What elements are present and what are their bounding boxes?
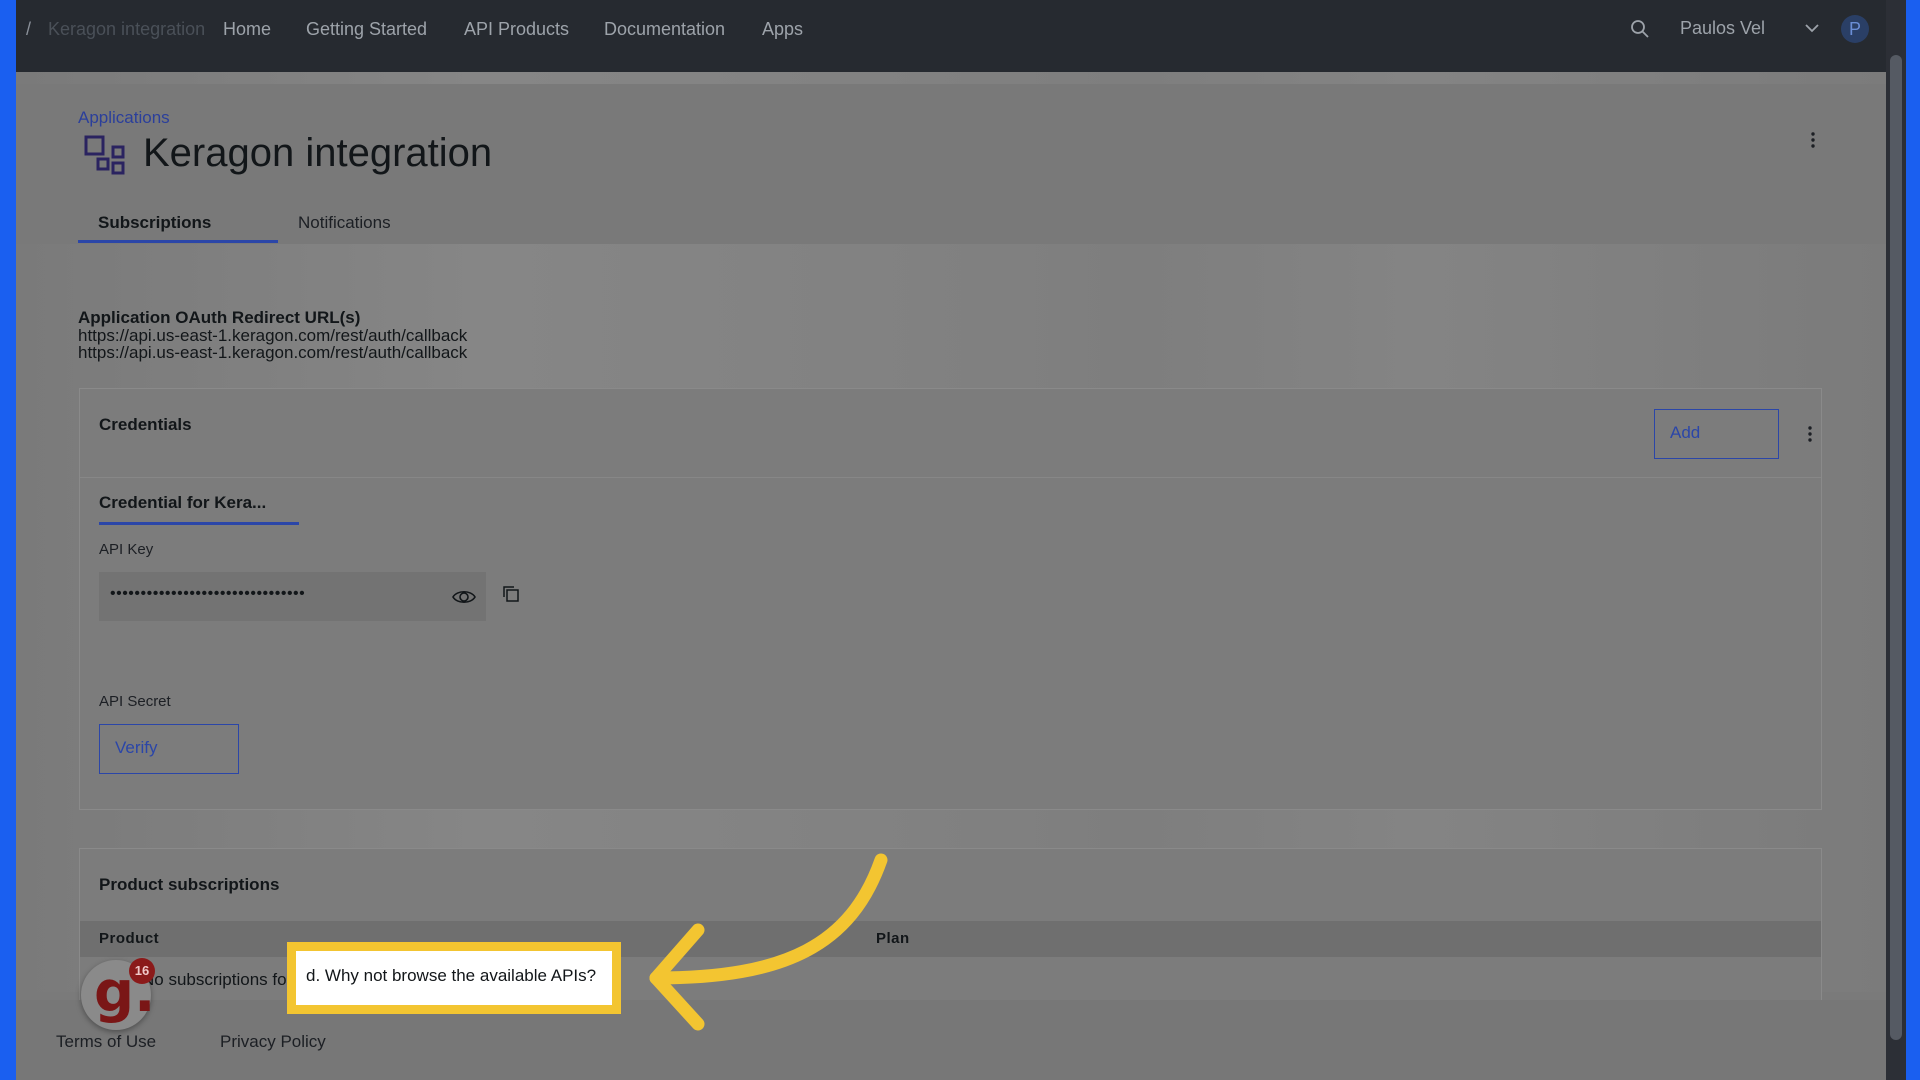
add-credential-button[interactable]: Add: [1654, 409, 1779, 459]
top-navigation: / Keragon integration Home Getting Start…: [16, 0, 1886, 72]
nav-link-getting-started[interactable]: Getting Started: [306, 19, 427, 40]
nav-link-api-products[interactable]: API Products: [464, 19, 569, 40]
verify-button[interactable]: Verify: [99, 724, 239, 774]
search-icon[interactable]: [1630, 19, 1650, 39]
api-key-field[interactable]: ••••••••••••••••••••••••••••••••: [99, 572, 486, 621]
add-credential-label: Add: [1670, 423, 1701, 442]
api-secret-label: API Secret: [99, 693, 171, 710]
credentials-overflow-menu-icon[interactable]: [1807, 425, 1813, 443]
tab-credential[interactable]: Credential for Kera...: [99, 493, 266, 513]
notification-count: 16: [134, 963, 150, 978]
column-header-product: Product: [99, 930, 160, 947]
credentials-title: Credentials: [99, 415, 192, 434]
verify-label: Verify: [115, 738, 158, 757]
highlight-callout-inner[interactable]: d. Why not browse the available APIs?: [296, 951, 612, 1005]
nav-link-home[interactable]: Home: [223, 19, 271, 40]
notification-badge: 16: [129, 958, 155, 984]
curved-arrow-icon: [649, 853, 888, 1031]
credential-tab-indicator: [99, 522, 299, 525]
avatar[interactable]: P: [1841, 15, 1869, 43]
terms-of-use-link[interactable]: Terms of Use: [56, 1032, 156, 1052]
breadcrumb-applications[interactable]: Applications: [78, 108, 170, 128]
redirect-url: https://api.us-east-1.keragon.com/rest/a…: [78, 343, 468, 362]
browse-apis-link[interactable]: d. Why not browse the available APIs?: [306, 966, 596, 986]
highlight-callout: d. Why not browse the available APIs?: [287, 942, 621, 1014]
nav-breadcrumb-slash: /: [26, 19, 32, 39]
credentials-card: Credentials Add Credential for Kera... A…: [79, 388, 1822, 810]
redirect-urls-title: Application OAuth Redirect URL(s): [78, 308, 361, 327]
empty-subscriptions-message: No subscriptions four: [142, 970, 302, 989]
tab-notifications[interactable]: Notifications: [298, 213, 391, 233]
eye-icon[interactable]: [452, 585, 476, 609]
api-key-value: ••••••••••••••••••••••••••••••••: [110, 585, 306, 602]
credentials-header: Credentials Add: [80, 389, 1821, 478]
product-subscriptions-title: Product subscriptions: [99, 875, 280, 894]
privacy-policy-link[interactable]: Privacy Policy: [220, 1032, 326, 1052]
avatar-initial: P: [1848, 19, 1861, 39]
page-title: Keragon integration: [143, 131, 493, 175]
user-name[interactable]: Paulos Vel: [1680, 18, 1765, 39]
chevron-down-icon[interactable]: [1804, 22, 1820, 34]
scrollbar[interactable]: [1886, 0, 1906, 1080]
scrollbar-thumb[interactable]: [1890, 55, 1902, 1040]
tab-subscriptions[interactable]: Subscriptions: [98, 213, 211, 233]
nav-link-apps[interactable]: Apps: [762, 19, 803, 40]
app-screen: / Keragon integration Home Getting Start…: [16, 0, 1886, 1080]
tab-active-indicator: [78, 240, 278, 243]
page-overflow-menu-icon[interactable]: [1810, 131, 1816, 149]
api-key-label: API Key: [99, 541, 154, 558]
application-icon: [84, 135, 125, 175]
nav-link-documentation[interactable]: Documentation: [604, 19, 725, 40]
copy-icon[interactable]: [502, 585, 520, 603]
nav-app-crumb[interactable]: Keragon integration: [48, 19, 205, 40]
